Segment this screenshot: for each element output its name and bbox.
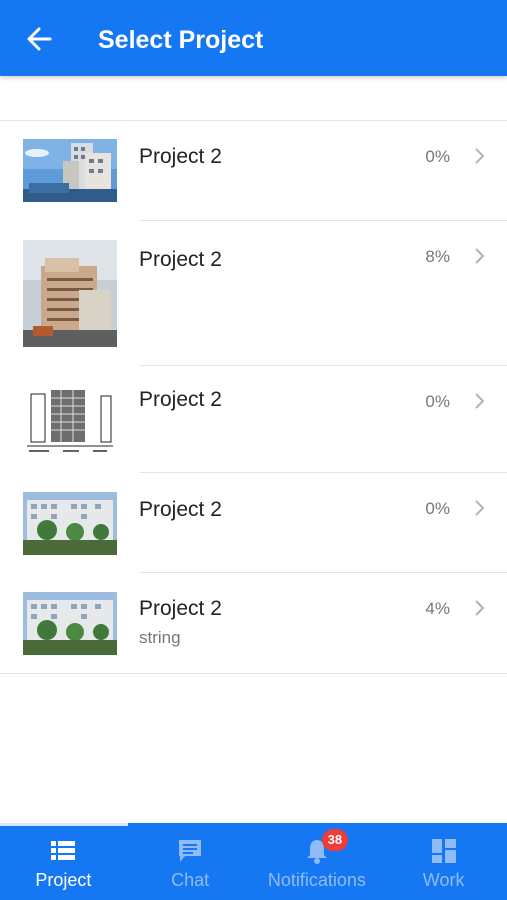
chevron-right-icon [475,393,485,409]
project-name: Project 2 [139,388,222,411]
project-progress: 0% [425,147,450,166]
tab-label: Chat [171,870,210,890]
project-name: Project 2 [139,597,222,620]
project-progress: 4% [425,599,450,618]
project-row[interactable]: Project 2 0% [0,121,507,221]
notification-badge: 38 [321,829,348,851]
project-name: Project 2 [139,498,222,521]
row-divider [0,673,507,674]
tab-label: Project [35,870,92,890]
project-thumbnail [23,492,117,555]
project-name: Project 2 [139,145,222,168]
project-thumbnail [23,139,117,202]
list-icon [51,841,76,860]
project-list: Project 2 0% Project 2 8% Project 2 0% P… [0,120,507,674]
project-thumbnail [23,592,117,655]
chevron-right-icon [475,248,485,264]
project-thumbnail [23,240,117,347]
back-button[interactable] [22,22,56,56]
arrow-left-icon [27,27,52,51]
project-progress: 0% [425,392,450,411]
project-row[interactable]: Project 2 string 4% [0,573,507,674]
chevron-right-icon [475,148,485,164]
active-tab-indicator [0,823,128,826]
tab-project[interactable]: Project [0,823,127,900]
chevron-right-icon [475,500,485,516]
bottom-navigation: Project Chat 38 Notifications Work [0,823,507,900]
tab-chat[interactable]: Chat [127,823,254,900]
project-progress: 8% [425,247,450,266]
tab-label: Notifications [267,870,366,890]
project-thumbnail [23,386,117,456]
tab-work[interactable]: Work [380,823,507,900]
project-row[interactable]: Project 2 8% [0,221,507,366]
chevron-right-icon [475,600,485,616]
project-subtitle: string [139,628,181,647]
project-progress: 0% [425,499,450,518]
chat-icon [179,840,202,862]
page-title: Select Project [98,26,264,54]
project-name: Project 2 [139,248,222,271]
tab-notifications[interactable]: 38 Notifications [254,823,381,900]
tab-label: Work [422,870,465,890]
project-row[interactable]: Project 2 0% [0,366,507,473]
grid-icon [431,839,456,863]
app-bar: Select Project [0,0,507,76]
project-row[interactable]: Project 2 0% [0,473,507,573]
